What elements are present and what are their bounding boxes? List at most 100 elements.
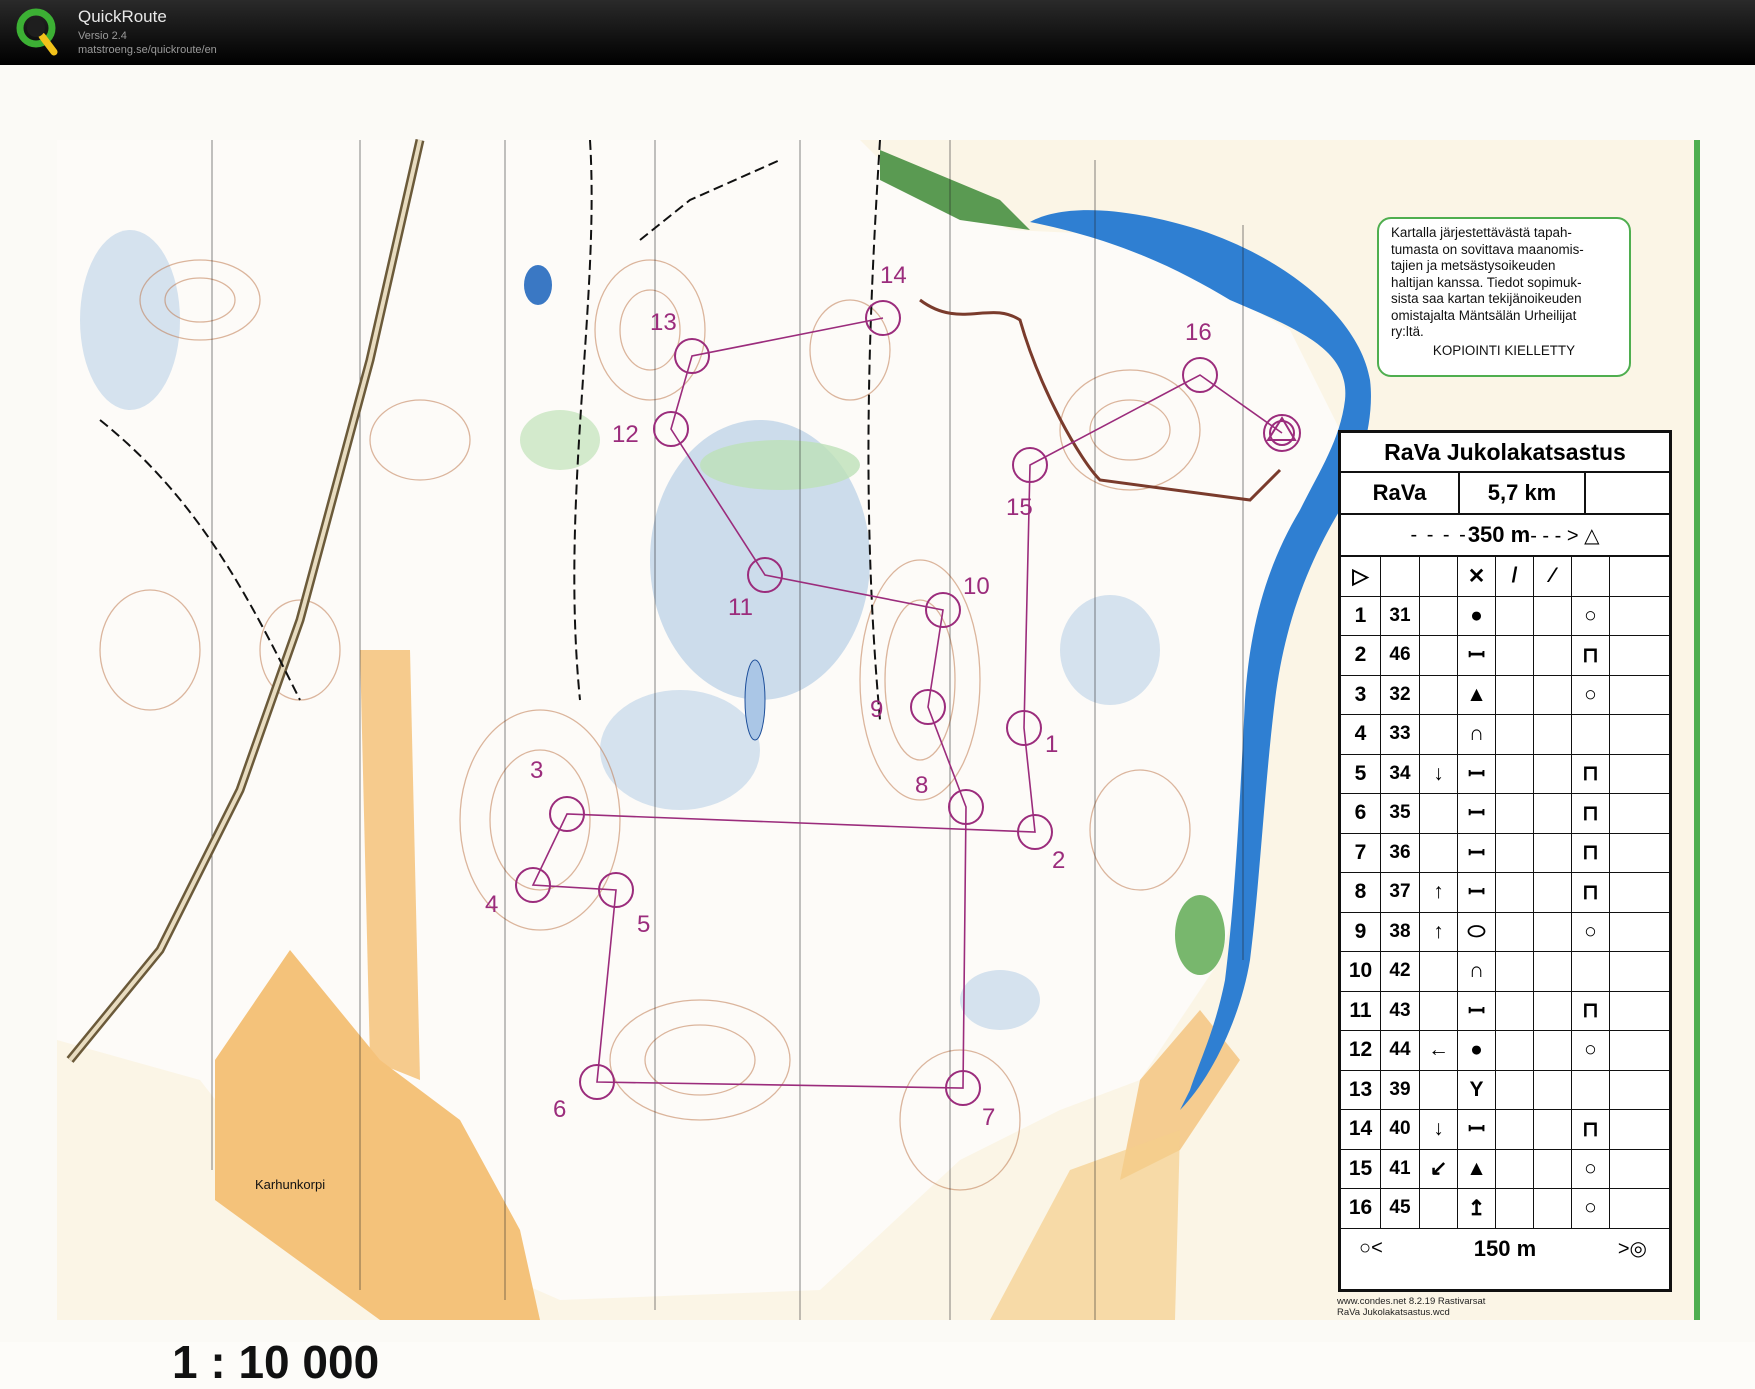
- cd-position-cell: ⊓: [1572, 794, 1610, 834]
- cd-control-code: 37: [1381, 873, 1420, 913]
- cd-direction-cell: ↑: [1420, 912, 1458, 952]
- cd-footer-line: RaVa Jukolakatsastus.wcd: [1337, 1307, 1450, 1318]
- cd-empty-cell: [1534, 873, 1572, 913]
- cd-empty-cell: [1496, 715, 1534, 755]
- control-number-2: 2: [1052, 847, 1065, 874]
- cd-header-cell: [1610, 557, 1669, 597]
- cd-empty-cell: [1496, 912, 1534, 952]
- cd-direction-cell: [1420, 991, 1458, 1031]
- cd-position-cell: ○: [1572, 912, 1610, 952]
- cd-control-code: 46: [1381, 636, 1420, 676]
- cd-empty-cell: [1534, 952, 1572, 992]
- marsh: [1060, 595, 1160, 705]
- cd-feature-cell: ∩: [1458, 952, 1496, 992]
- cd-empty-cell: [1610, 1150, 1669, 1189]
- cd-feature-cell: ꟷ: [1458, 1110, 1496, 1150]
- cd-position-cell: ○: [1572, 675, 1610, 715]
- vegetation: [700, 440, 860, 490]
- cd-empty-cell: [1534, 833, 1572, 873]
- open-land: [360, 650, 420, 1080]
- control-number-4: 4: [485, 891, 498, 918]
- cd-empty-cell: [1534, 991, 1572, 1031]
- pond: [524, 265, 552, 305]
- cd-start-distance: 350 m: [1467, 522, 1531, 547]
- cd-direction-cell: [1420, 1189, 1458, 1229]
- cd-control-number: 7: [1341, 833, 1381, 873]
- control-number-11: 11: [728, 594, 753, 621]
- control-number-3: 3: [530, 757, 543, 784]
- place-name: Karhunkorpi: [255, 1177, 326, 1192]
- cd-control-number: 11: [1341, 991, 1381, 1031]
- cd-direction-cell: ↓: [1420, 1110, 1458, 1150]
- cd-position-cell: ○: [1572, 1189, 1610, 1229]
- cd-empty-cell: [1496, 596, 1534, 636]
- cd-header-cell: /: [1496, 557, 1534, 597]
- cd-control-number: 16: [1341, 1189, 1381, 1229]
- cd-control-code: 35: [1381, 794, 1420, 834]
- cd-feature-cell: ↥: [1458, 1189, 1496, 1229]
- cd-feature-cell: ▲: [1458, 675, 1496, 715]
- control-number-15: 15: [1006, 494, 1033, 521]
- cd-empty-cell: [1496, 1070, 1534, 1110]
- cd-direction-cell: ←: [1420, 1031, 1458, 1071]
- cd-direction-cell: [1420, 952, 1458, 992]
- cd-title: RaVa Jukolakatsastus: [1341, 433, 1669, 473]
- finish-right-icon: >◎: [1617, 1238, 1647, 1260]
- cd-empty-cell: [1496, 636, 1534, 676]
- cd-empty-cell: [1534, 1031, 1572, 1071]
- cd-direction-cell: ↙: [1420, 1149, 1458, 1189]
- cd-control-code: 34: [1381, 754, 1420, 794]
- cd-feature-cell: ⬭: [1458, 912, 1496, 952]
- cd-control-number: 9: [1341, 912, 1381, 952]
- cd-position-cell: [1572, 715, 1610, 755]
- cd-control-number: 12: [1341, 1031, 1381, 1071]
- cd-control-code: 39: [1381, 1070, 1420, 1110]
- cd-direction-cell: [1420, 675, 1458, 715]
- cd-empty-cell: [1534, 1110, 1572, 1150]
- cd-empty-cell: [1610, 992, 1669, 1031]
- marsh: [80, 230, 180, 410]
- cd-control-number: 10: [1341, 952, 1381, 992]
- cd-control-code: 45: [1381, 1189, 1420, 1229]
- cd-empty-cell: [1496, 1110, 1534, 1150]
- cd-position-cell: ⊓: [1572, 873, 1610, 913]
- cd-feature-cell: ꟷ: [1458, 833, 1496, 873]
- cd-feature-cell: ꟷ: [1458, 636, 1496, 676]
- cd-control-code: 32: [1381, 675, 1420, 715]
- cd-position-cell: ⊓: [1572, 1110, 1610, 1150]
- cd-direction-cell: [1420, 1070, 1458, 1110]
- app-url[interactable]: matstroeng.se/quickroute/en: [78, 44, 217, 56]
- notice-line: ry:ltä.: [1391, 324, 1424, 339]
- cd-empty-cell: [1534, 754, 1572, 794]
- cd-header-cell: [1572, 557, 1610, 597]
- cd-empty-cell: [1496, 1189, 1534, 1229]
- vegetation: [1175, 895, 1225, 975]
- cd-grid: ▷ ✕ / ⁄ 1 31 ● ○ 2 46 ꟷ ⊓ 3 32 ▲ ○ 4 33 ∩ 5 34 ↓ ꟷ ⊓ 6 35 ꟷ ⊓ 7 36 ꟷ ⊓ 8…: [1341, 557, 1669, 1229]
- vegetation: [520, 410, 600, 470]
- cd-position-cell: ⊓: [1572, 754, 1610, 794]
- app-header: QuickRoute Versio 2.4 matstroeng.se/quic…: [0, 0, 1755, 65]
- cd-empty-cell: [1610, 1031, 1669, 1071]
- pond: [744, 659, 766, 741]
- cd-position-cell: ○: [1572, 1031, 1610, 1071]
- cd-control-code: 40: [1381, 1110, 1420, 1150]
- control-number-8: 8: [915, 772, 928, 799]
- cd-control-code: 43: [1381, 991, 1420, 1031]
- control-number-12: 12: [612, 421, 639, 448]
- cd-control-number: 2: [1341, 636, 1381, 676]
- app-title: QuickRoute: [78, 7, 167, 26]
- cd-feature-cell: ●: [1458, 596, 1496, 636]
- cd-start-row: - - - - 350 m - - - > △: [1341, 515, 1669, 557]
- cd-empty-cell: [1496, 794, 1534, 834]
- cd-course-name: RaVa: [1341, 473, 1460, 513]
- cd-control-number: 4: [1341, 715, 1381, 755]
- cd-direction-cell: [1420, 636, 1458, 676]
- cd-control-number: 1: [1341, 596, 1381, 636]
- control-number-5: 5: [637, 911, 650, 938]
- cd-control-code: 44: [1381, 1031, 1420, 1071]
- cd-feature-cell: Y: [1458, 1070, 1496, 1110]
- cd-empty-cell: [1610, 913, 1669, 952]
- cd-control-number: 13: [1341, 1070, 1381, 1110]
- cd-empty-cell: [1534, 1189, 1572, 1229]
- cd-empty-cell: [1534, 596, 1572, 636]
